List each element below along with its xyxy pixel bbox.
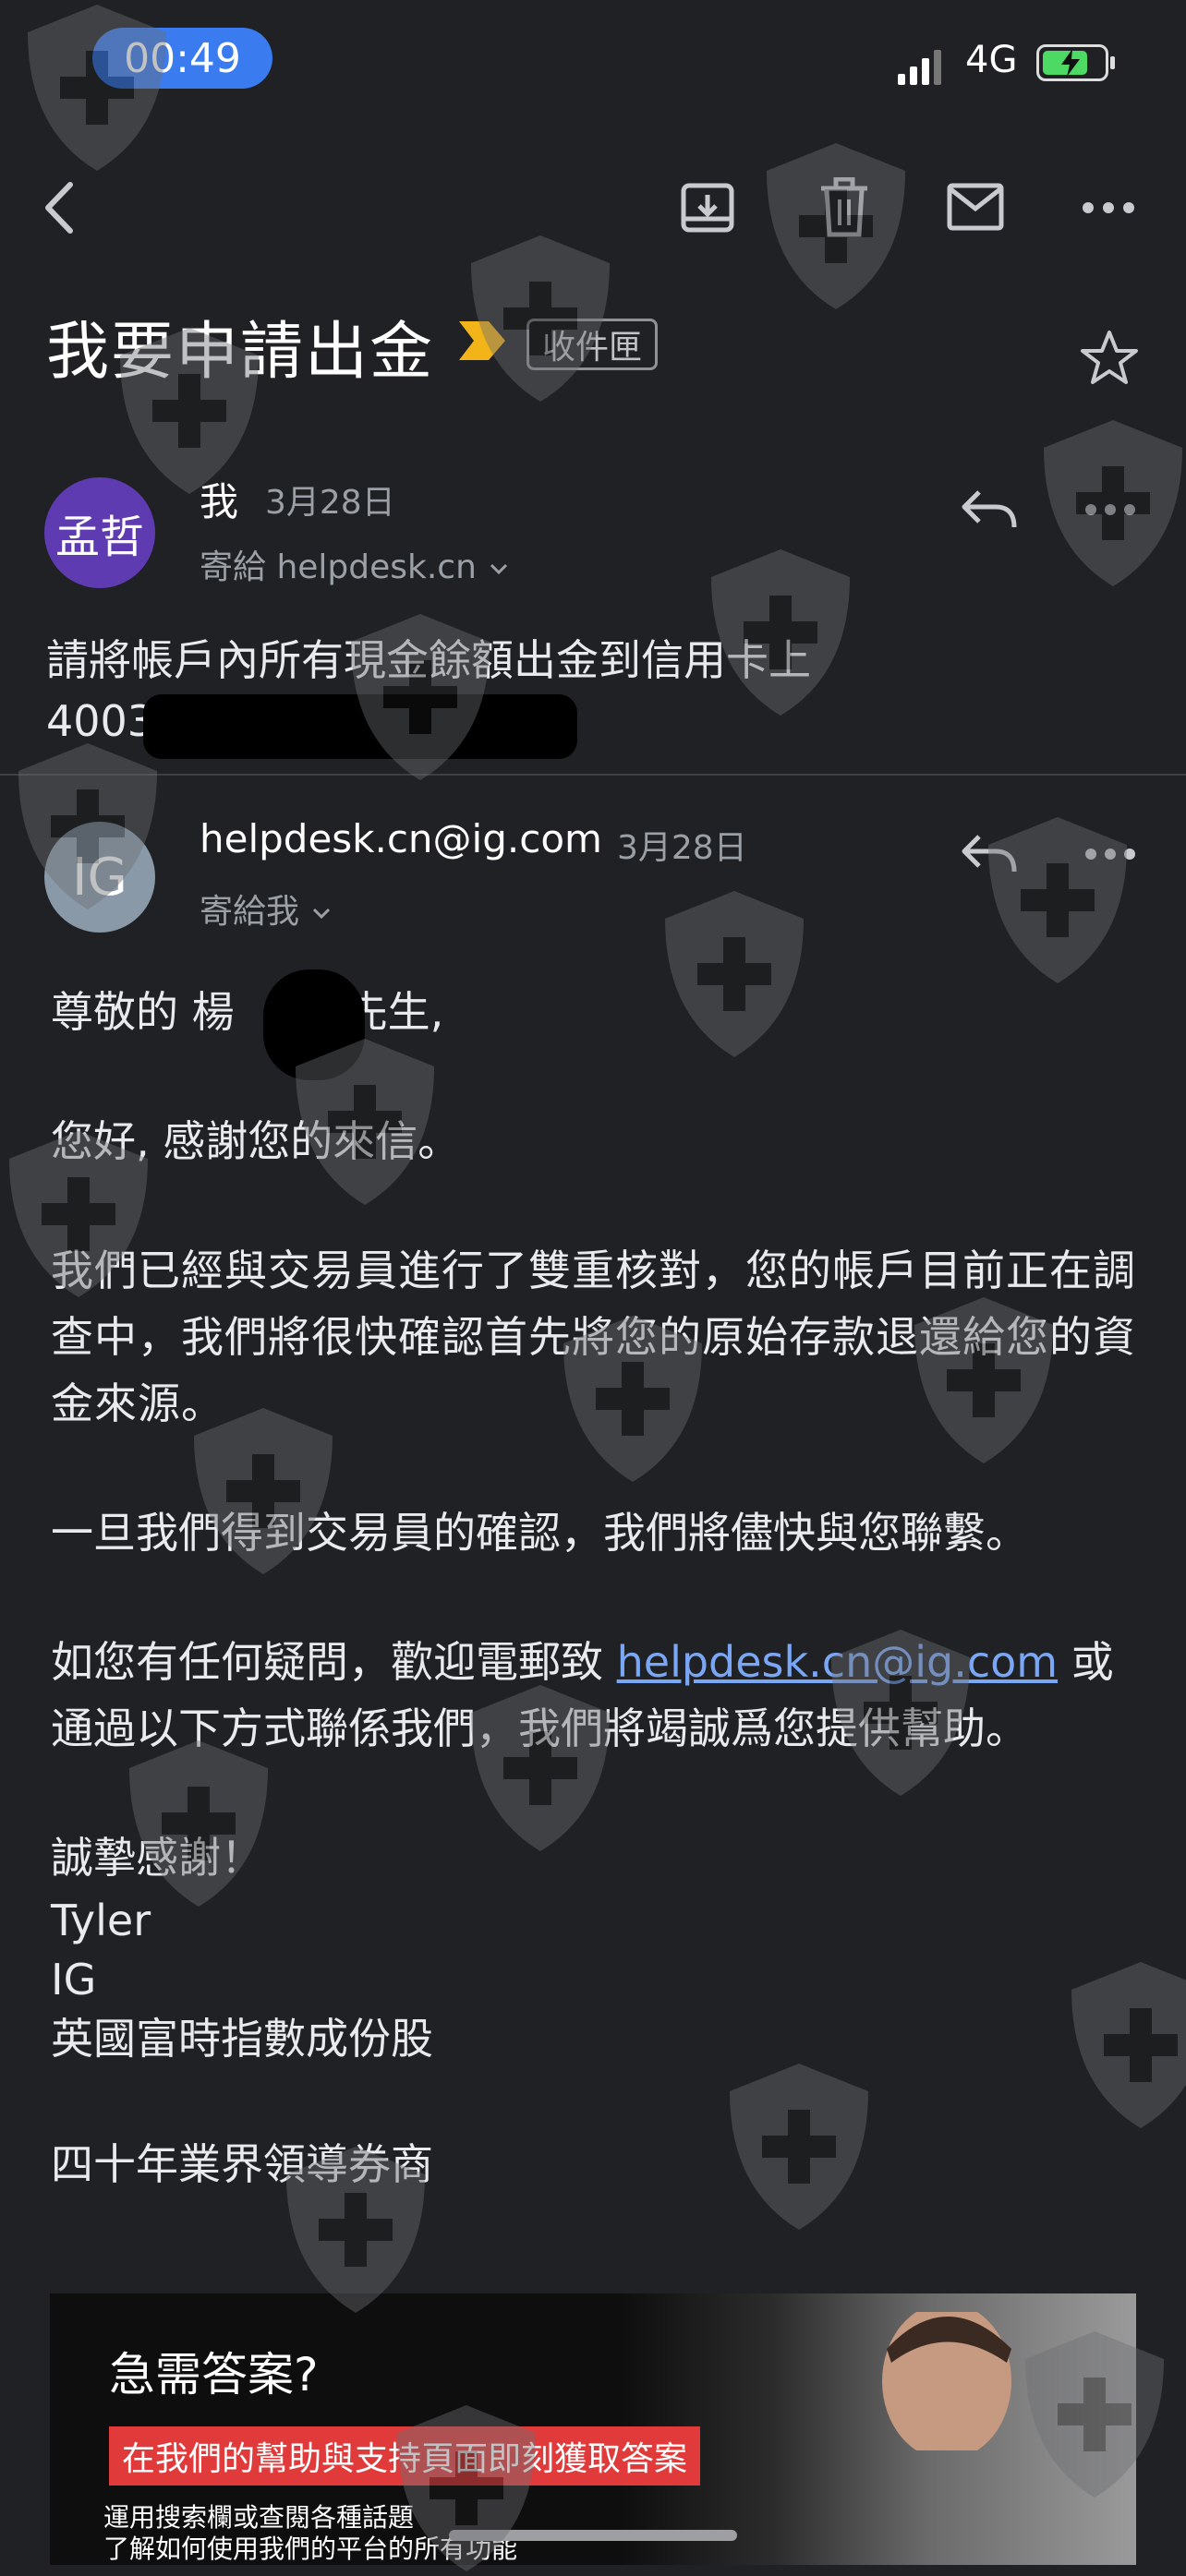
promo-banner[interactable]: 急需答案? 在我們的幫助與支持頁面即刻獲取答案 運用搜索欄或查閱各種話題 了解如… (50, 2293, 1136, 2565)
paragraph: 如您有任何疑問，歡迎電郵致 helpdesk.cn@ig.com 或通過以下方式… (51, 1629, 1150, 1762)
paragraph: 我們已經與交易員進行了雙重核對，您的帳戶目前正在調查中，我們將很快確認首先將您的… (51, 1246, 1136, 1428)
signature-name: Tyler (51, 1896, 151, 1945)
redaction-mark (263, 969, 365, 1080)
sender-name: helpdesk.cn@ig.com (200, 816, 602, 861)
status-time: 00:49 (92, 28, 272, 89)
email-link[interactable]: helpdesk.cn@ig.com (617, 1637, 1058, 1687)
recipient-text: 寄給 helpdesk.cn (200, 548, 477, 586)
paragraph: 您好, 感謝您的來信。 (51, 1116, 461, 1166)
greeting-start: 尊敬的 楊 (51, 987, 235, 1037)
divider (0, 774, 1186, 776)
recipient-line[interactable]: 寄給 helpdesk.cn (200, 540, 511, 588)
banner-highlight: 在我們的幫助與支持頁面即刻獲取答案 (109, 2426, 701, 2486)
recipient-line[interactable]: 寄給我 (200, 885, 333, 933)
signature-company: IG (51, 1955, 97, 2004)
redaction-mark (143, 694, 577, 759)
archive-icon[interactable] (679, 180, 736, 235)
avatar: 孟哲 (44, 477, 155, 588)
body-line: 請將帳戶內所有現金餘額出金到信用卡上 (46, 635, 811, 685)
trash-icon[interactable] (817, 177, 871, 238)
message-more-icon[interactable] (1084, 845, 1136, 863)
greeting: 尊敬的 楊先生, (51, 979, 1150, 1045)
reply-icon[interactable] (961, 831, 1018, 877)
back-arrow-icon[interactable] (37, 175, 83, 240)
tagline: 四十年業界領導券商 (51, 2139, 433, 2189)
home-indicator[interactable] (449, 2530, 737, 2541)
inbox-label-chip[interactable]: 收件匣 (526, 319, 659, 370)
paragraph: 一旦我們得到交易員的確認，我們將儘快與您聯繫。 (51, 1508, 1028, 1558)
message-date: 3月28日 (265, 484, 395, 522)
battery-icon (1036, 44, 1115, 81)
avatar: IG (44, 822, 155, 933)
important-marker-icon[interactable] (459, 321, 505, 360)
email-subject: 我要申請出金 (46, 316, 435, 389)
signoff: 誠摯感謝！ (51, 1833, 263, 1883)
reply-icon[interactable] (961, 487, 1018, 533)
paragraph-text: 如您有任何疑問，歡迎電郵致 (51, 1637, 603, 1687)
recipient-text: 寄給我 (200, 893, 300, 931)
message-date: 3月28日 (617, 829, 747, 867)
banner-line: 運用搜索欄或查閱各種話題 (103, 2502, 415, 2533)
chevron-down-icon (490, 563, 508, 575)
mail-icon[interactable] (947, 183, 1004, 231)
chevron-down-icon (313, 908, 331, 920)
more-icon[interactable] (1081, 189, 1136, 226)
star-icon[interactable] (1079, 328, 1140, 389)
banner-title: 急需答案? (109, 2348, 319, 2401)
message-more-icon[interactable] (1084, 500, 1136, 519)
sender-name: 我 (200, 479, 239, 524)
signature-line: 英國富時指數成份股 (51, 2014, 433, 2064)
signal-icon (898, 50, 941, 85)
message-body: 尊敬的 楊先生, 您好, 感謝您的來信。 我們已經與交易員進行了雙重核對，您的帳… (51, 979, 1150, 2197)
network-label: 4G (965, 39, 1018, 81)
